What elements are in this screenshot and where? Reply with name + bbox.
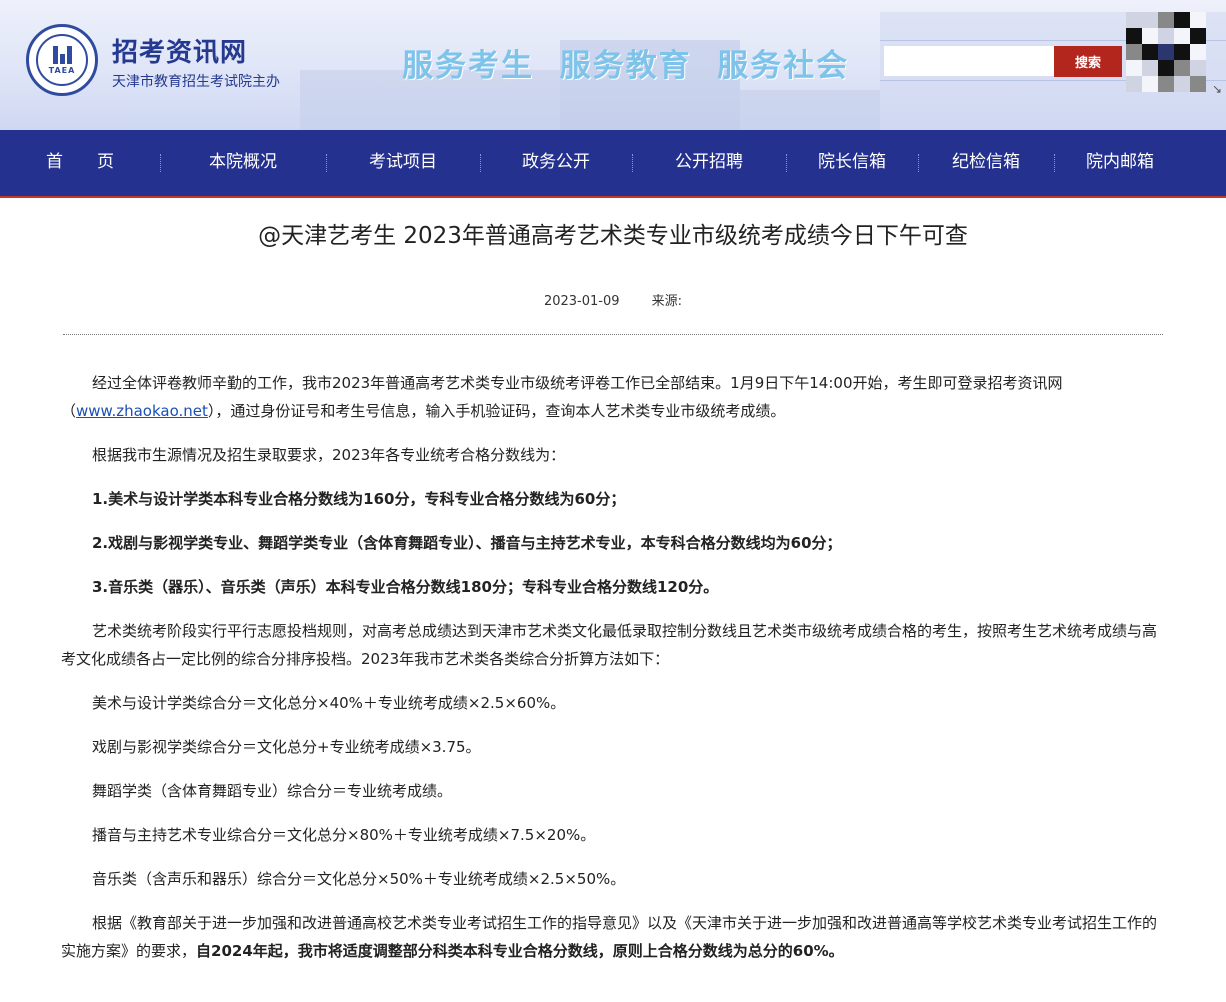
logo-mark (50, 45, 74, 64)
article-date: 2023-01-09 (543, 294, 620, 309)
site-logo-icon[interactable]: TAEA (26, 24, 98, 96)
logo-abbr: TAEA (48, 65, 76, 75)
nav-item-discipline-mailbox[interactable]: 纪检信箱 (918, 129, 1054, 197)
article-body: 经过全体评卷教师辛勤的工作，我市2023年普通高考艺术类专业市级统考评卷工作已全… (61, 335, 1165, 965)
article-meta: 2023-01-09 来源: (0, 290, 1226, 309)
nav-item-government-affairs[interactable]: 政务公开 (480, 129, 632, 197)
paragraph-emphasis: 自2024年起，我市将适度调整部分科类本科专业合格分数线，原则上合格分数线为总分… (196, 942, 844, 960)
slogan: 服务考生 服务教育 服务社会 (402, 48, 850, 84)
nav-item-president-mailbox[interactable]: 院长信箱 (786, 129, 918, 197)
formula-broadcasting: 播音与主持艺术专业综合分＝文化总分×80%＋专业统考成绩×7.5×20%。 (92, 826, 596, 844)
scroll-top-icon[interactable]: ↘ (1212, 82, 1226, 98)
article-title: @天津艺考生 2023年普通高考艺术类专业市级统考成绩今日下午可查 (258, 223, 968, 249)
nav-item-internal-mail[interactable]: 院内邮箱 (1054, 129, 1186, 197)
paragraph-score-line-1: 1.美术与设计学类本科专业合格分数线为160分，专科专业合格分数线为60分； (92, 490, 626, 508)
logo-inner-ring: TAEA (36, 34, 88, 86)
paragraph: 艺术类统考阶段实行平行志愿投档规则，对高考总成绩达到天津市艺术类文化最低录取控制… (61, 622, 1158, 668)
article: @天津艺考生 2023年普通高考艺术类专业市级统考成绩今日下午可查 2023-0… (0, 198, 1226, 965)
paragraph-score-line-2: 2.戏剧与影视学类专业、舞蹈学类专业（含体育舞蹈专业）、播音与主持艺术专业，本专… (92, 534, 842, 552)
nav-item-home[interactable]: 首 页 (0, 129, 160, 197)
qr-code-icon (1126, 12, 1206, 92)
formula-dance: 舞蹈学类（含体育舞蹈专业）综合分＝专业统考成绩。 (92, 782, 453, 800)
search-button[interactable]: 搜索 (1054, 46, 1122, 77)
paragraph: 经过全体评卷教师辛勤的工作，我市2023年普通高考艺术类专业市级统考评卷工作已全… (61, 369, 1165, 425)
nav-item-recruitment[interactable]: 公开招聘 (632, 129, 786, 197)
paragraph: 根据我市生源情况及招生录取要求，2023年各专业统考合格分数线为： (92, 446, 566, 464)
search-input[interactable] (884, 46, 1054, 76)
site-subtitle: 天津市教育招生考试院主办 (112, 74, 280, 90)
paragraph-text: ），通过身份证号和考生号信息，输入手机验证码，查询本人艺术类专业市级统考成绩。 (207, 402, 786, 420)
banner-background-building (740, 90, 880, 130)
article-source-label: 来源: (651, 294, 683, 309)
zhaokao-link[interactable]: www.zhaokao.net (76, 402, 208, 420)
site-name[interactable]: 招考资讯网 (112, 32, 247, 69)
nav-item-about[interactable]: 本院概况 (160, 129, 326, 197)
header-banner: TAEA 招考资讯网 天津市教育招生考试院主办 服务考生 服务教育 服务社会 搜… (0, 0, 1226, 130)
main-nav: 首 页 本院概况 考试项目 政务公开 公开招聘 院长信箱 纪检信箱 院内邮箱 (0, 130, 1226, 198)
formula-fine-arts: 美术与设计学类综合分＝文化总分×40%＋专业统考成绩×2.5×60%。 (92, 694, 566, 712)
paragraph-score-line-3: 3.音乐类（器乐）、音乐类（声乐）本科专业合格分数线180分；专科专业合格分数线… (92, 578, 719, 596)
paragraph: 根据《教育部关于进一步加强和改进普通高校艺术类专业考试招生工作的指导意见》以及《… (61, 909, 1165, 965)
formula-music: 音乐类（含声乐和器乐）综合分＝文化总分×50%＋专业统考成绩×2.5×50%。 (92, 870, 626, 888)
formula-drama-film: 戏剧与影视学类综合分＝文化总分+专业统考成绩×3.75。 (92, 738, 481, 756)
nav-item-exams[interactable]: 考试项目 (326, 129, 480, 197)
